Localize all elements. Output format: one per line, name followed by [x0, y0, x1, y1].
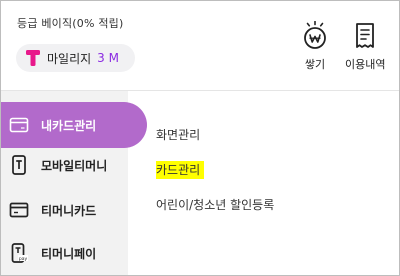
mileage-label: 마일리지: [47, 51, 92, 66]
card-icon: [9, 117, 29, 133]
grade-text: 등급 베이직(0% 적립): [17, 17, 124, 30]
save-label: 쌓기: [304, 58, 326, 71]
submenu-item-label: 어린이/청소년 할인등록: [156, 198, 275, 212]
mobile-tmoney-icon: [12, 155, 26, 175]
submenu-item-label: 화면관리: [156, 128, 201, 142]
submenu-item-card-management[interactable]: 카드관리: [156, 161, 274, 179]
mileage-value: 3 M: [97, 51, 119, 65]
submenu-item-screen-management[interactable]: 화면관리: [156, 127, 274, 143]
mileage-pill[interactable]: 마일리지 3 M: [16, 44, 135, 72]
sidebar-item-tmoney-card[interactable]: 티머니카드: [1, 187, 96, 233]
app-frame: 등급 베이직(0% 적립) 마일리지 3 M 쌓기 이용내역 내카드관리 모바일…: [0, 0, 400, 276]
tmoney-logo-icon: [26, 50, 40, 66]
coin-stack-icon: [304, 21, 326, 49]
submenu-item-youth-discount[interactable]: 어린이/청소년 할인등록: [156, 197, 274, 213]
pay-icon: pay: [11, 243, 28, 263]
receipt-icon: [356, 23, 375, 48]
history-button[interactable]: 이용내역: [345, 21, 385, 72]
sidebar-item-label: 티머니페이: [41, 246, 97, 261]
svg-text:pay: pay: [19, 257, 28, 262]
card-icon: [9, 202, 29, 218]
sidebar-item-label: 티머니카드: [41, 203, 97, 218]
sidebar-item-mobile-tmoney[interactable]: 모바일티머니: [1, 142, 107, 188]
sidebar-item-tmoney-pay[interactable]: pay 티머니페이: [1, 230, 97, 275]
submenu-item-label: 카드관리: [156, 161, 205, 179]
save-button[interactable]: 쌓기: [303, 21, 327, 72]
sidebar-item-label: 모바일티머니: [41, 158, 108, 173]
history-label: 이용내역: [345, 58, 386, 71]
submenu-list: 화면관리 카드관리 어린이/청소년 할인등록: [156, 127, 274, 232]
sidebar-item-label: 내카드관리: [41, 118, 97, 133]
